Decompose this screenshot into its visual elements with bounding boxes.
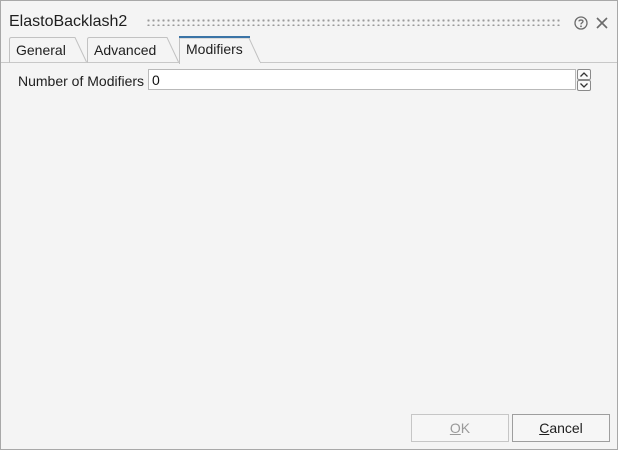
cancel-accel: C — [539, 420, 550, 436]
chevron-down-icon — [580, 83, 588, 88]
close-icon[interactable] — [595, 16, 609, 30]
dialog-title: ElastoBacklash2 — [9, 13, 128, 30]
tab-general-label: General — [16, 42, 66, 58]
tab-advanced-label: Advanced — [94, 42, 157, 58]
cancel-button[interactable]: Cancel — [512, 414, 610, 442]
spin-down-button[interactable] — [577, 80, 591, 91]
ok-label-rest: K — [460, 420, 471, 436]
title-bar[interactable]: ElastoBacklash2 — [1, 1, 617, 41]
modifiers-count-label: Number of Modifiers — [18, 73, 145, 89]
tab-general[interactable]: General — [9, 37, 87, 63]
modifiers-panel: Number of Modifiers — [1, 63, 617, 405]
tab-bar: General Advanced Modifiers — [1, 36, 617, 64]
chevron-up-icon — [580, 72, 588, 77]
tab-modifiers[interactable]: Modifiers — [179, 36, 261, 64]
dialog-window: ElastoBacklash2 General Advanced Modifie… — [0, 0, 618, 450]
modifiers-count-spinner[interactable] — [577, 69, 591, 91]
ok-button[interactable]: OK — [411, 414, 509, 442]
cancel-label-rest: ancel — [549, 420, 583, 436]
drag-grip[interactable] — [146, 18, 561, 26]
spin-up-button[interactable] — [577, 69, 591, 80]
tab-modifiers-label: Modifiers — [186, 41, 243, 57]
ok-accel: O — [449, 420, 461, 436]
help-circle-icon[interactable] — [574, 16, 588, 30]
tab-advanced[interactable]: Advanced — [87, 37, 179, 63]
modifiers-count-input[interactable] — [148, 69, 576, 90]
